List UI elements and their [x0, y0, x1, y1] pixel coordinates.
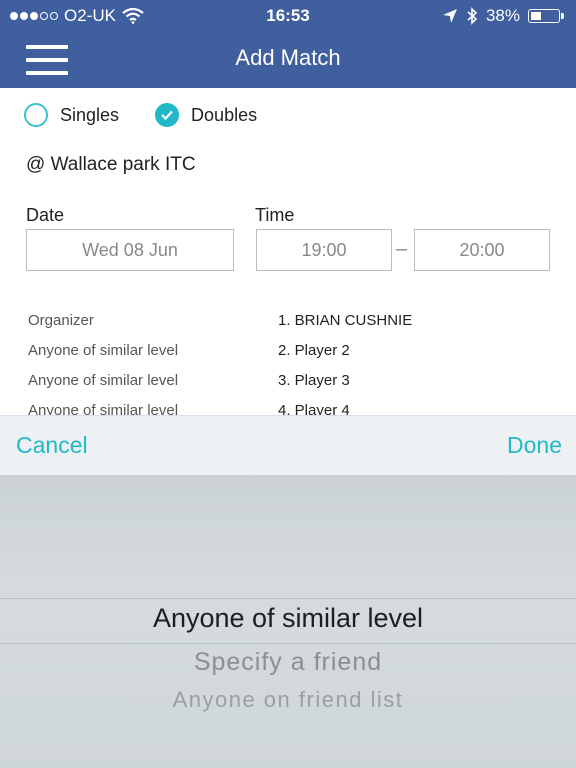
role-organizer: Organizer [28, 312, 94, 329]
doubles-radio[interactable] [155, 103, 180, 127]
done-button[interactable]: Done [507, 432, 562, 459]
top-bar: O2-UK 16:53 38% Add Match [0, 0, 576, 88]
player-4-name: 4. Player 4 [278, 402, 350, 415]
checkmark-icon [161, 110, 173, 120]
role-player-3[interactable]: Anyone of similar level [28, 366, 178, 396]
date-field[interactable]: Wed 08 Jun [26, 229, 234, 271]
status-bar: O2-UK 16:53 38% [0, 0, 576, 30]
location-arrow-icon [442, 9, 457, 23]
time-label: Time [255, 205, 295, 225]
match-type-selector: Singles Doubles [24, 103, 293, 127]
battery-percent: 38% [485, 6, 520, 25]
match-form: Singles Doubles @ Wallace park ITC Date … [0, 88, 576, 415]
role-player-2[interactable]: Anyone of similar level [28, 336, 178, 366]
bluetooth-icon [467, 7, 478, 25]
location-text[interactable]: @ Wallace park ITC [26, 154, 196, 176]
picker-option-selected[interactable]: Anyone of similar level [0, 603, 576, 634]
cancel-button[interactable]: Cancel [16, 432, 88, 459]
option-picker[interactable]: Anyone of similar level Specify a friend… [0, 475, 576, 768]
player-roles-list: Organizer Anyone of similar level Anyone… [28, 306, 178, 415]
page-title: Add Match [235, 45, 341, 70]
start-time-field[interactable]: 19:00 [256, 229, 392, 271]
nav-bar: Add Match [0, 30, 576, 88]
picker-option[interactable]: Specify a friend [0, 648, 576, 677]
role-player-4[interactable]: Anyone of similar level [28, 396, 178, 415]
picker-option[interactable]: Anyone on friend list [0, 687, 576, 713]
picker-selection-bottom-line [0, 643, 576, 644]
player-1-name: 1. BRIAN CUSHNIE [278, 312, 413, 329]
doubles-label[interactable]: Doubles [191, 105, 257, 126]
status-right: 38% [442, 6, 564, 26]
time-range-dash: – [396, 238, 408, 260]
singles-label[interactable]: Singles [60, 105, 119, 126]
picker-selection-top-line [0, 598, 576, 599]
player-2-name: 2. Player 2 [278, 342, 350, 359]
picker-toolbar: Cancel Done [0, 415, 576, 475]
player-names-list: 1. BRIAN CUSHNIE 2. Player 2 3. Player 3… [278, 306, 412, 415]
date-label: Date [26, 205, 65, 225]
battery-fill [531, 12, 541, 20]
singles-radio[interactable] [24, 103, 48, 127]
battery-icon [528, 9, 564, 23]
end-time-field[interactable]: 20:00 [414, 229, 550, 271]
player-3-name: 3. Player 3 [278, 372, 350, 389]
